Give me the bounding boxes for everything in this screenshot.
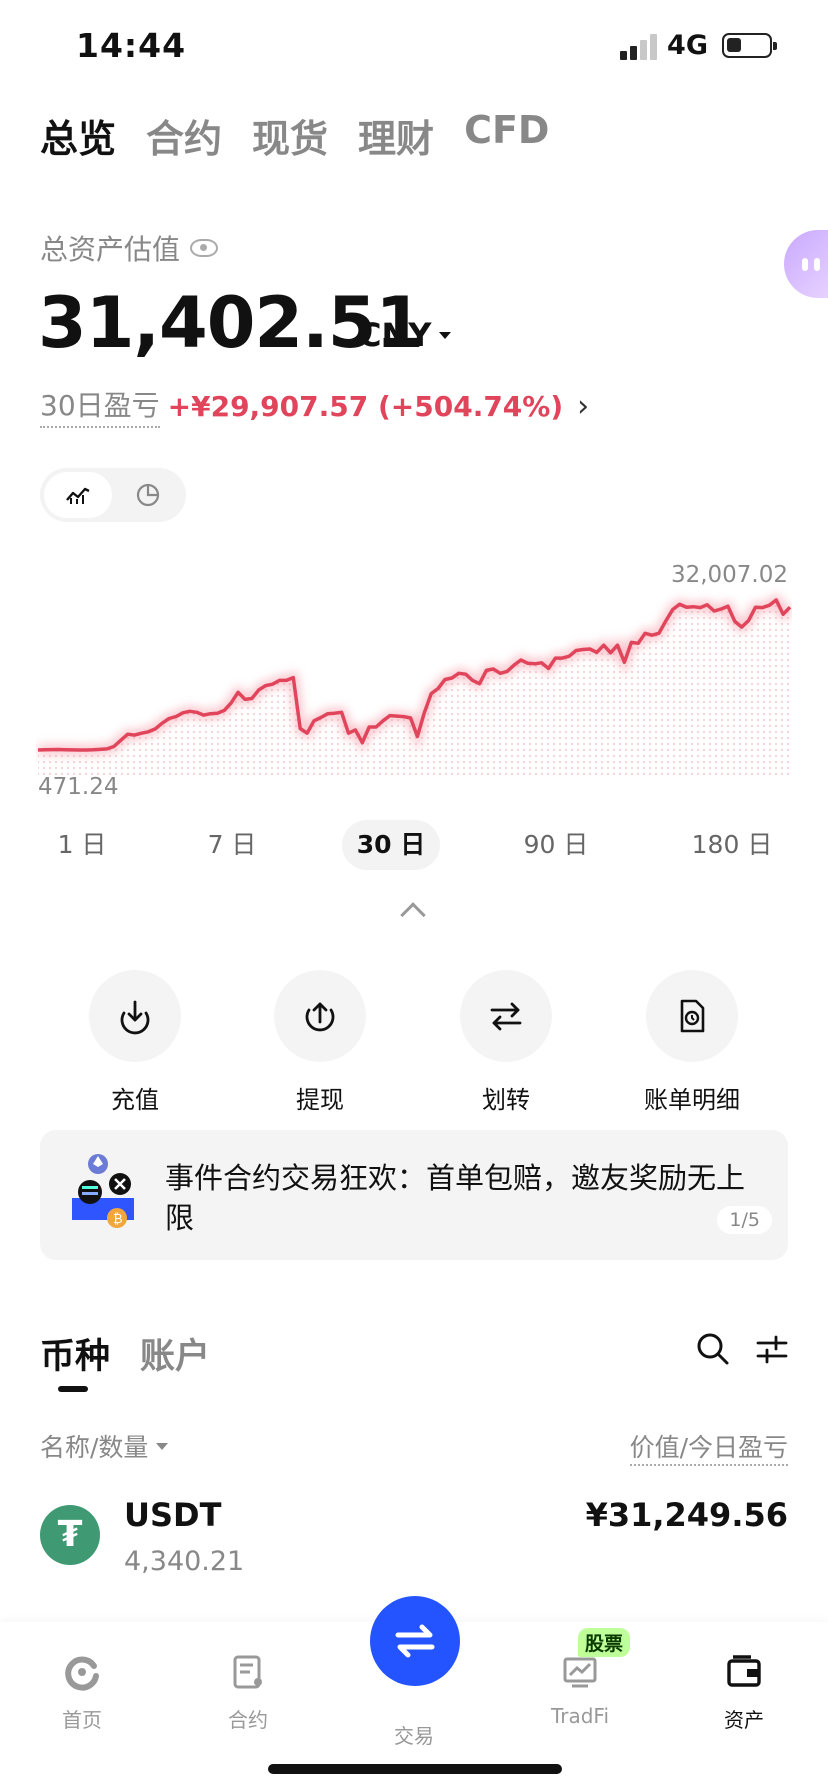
nav-assets-label: 资产 (724, 1708, 764, 1732)
coin-quantity: 4,340.21 (124, 1546, 245, 1577)
trade-icon (395, 1624, 435, 1658)
banner-text: 事件合约交易狂欢：首单包赔，邀友奖励无上限 (165, 1161, 746, 1235)
assistant-bubble[interactable] (784, 230, 828, 298)
nav-home[interactable]: 首页 (22, 1652, 142, 1733)
bill-label: 账单明细 (644, 1086, 740, 1114)
tab-overview[interactable]: 总览 (40, 108, 116, 163)
line-chart-toggle[interactable] (44, 472, 112, 518)
tab-spot[interactable]: 现货 (252, 108, 328, 163)
nav-contract[interactable]: 合约 (188, 1652, 308, 1733)
tab-finance[interactable]: 理财 (358, 108, 434, 163)
coin-name[interactable]: USDT (124, 1496, 221, 1534)
bill-button[interactable]: 账单明细 (612, 970, 772, 1115)
svg-text:₿: ₿ (113, 1212, 123, 1227)
usdt-icon: ₮ (40, 1505, 100, 1565)
network-type: 4G (667, 30, 708, 61)
top-tabs: 总览 合约 现货 理财 CFD (40, 108, 549, 163)
nav-trade[interactable]: 交易 (354, 1712, 474, 1749)
eye-icon[interactable] (190, 239, 219, 257)
chart-min-label: 471.24 (38, 774, 119, 800)
deposit-icon (120, 1000, 150, 1035)
chart-type-toggle (40, 468, 186, 522)
nav-trade-label: 交易 (394, 1724, 434, 1748)
chevron-up-icon[interactable] (400, 902, 426, 928)
range-1d[interactable]: 1 日 (50, 820, 114, 870)
nav-assets[interactable]: 资产 (684, 1652, 804, 1733)
pie-chart-icon (136, 483, 160, 507)
transfer-button[interactable]: 划转 (426, 970, 586, 1115)
holdings-tabs: 币种 账户 (40, 1328, 210, 1379)
line-chart-icon (66, 487, 90, 504)
assets-icon (727, 1655, 761, 1687)
range-7d[interactable]: 7 日 (200, 820, 264, 870)
asset-label-text: 总资产估值 (40, 233, 181, 266)
withdraw-icon (305, 1002, 335, 1032)
tradfi-icon (563, 1657, 597, 1688)
pnl-value: +¥29,907.57 (+504.74%) (167, 389, 564, 423)
range-180d[interactable]: 180 日 (686, 820, 778, 870)
deposit-label: 充值 (111, 1086, 159, 1114)
tradfi-badge: 股票 (578, 1628, 631, 1657)
status-time: 14:44 (76, 26, 187, 65)
col-name-label: 名称/数量 (40, 1433, 149, 1462)
pnl-row[interactable]: 30日盈亏 +¥29,907.57 (+504.74%) › (40, 384, 589, 428)
trade-fab[interactable] (370, 1596, 460, 1686)
nav-tradfi-label: TradFi (550, 1704, 610, 1728)
promo-banner[interactable]: ₿ 事件合约交易狂欢：首单包赔，邀友奖励无上限 1/5 (40, 1130, 788, 1260)
currency-selector[interactable]: CNY (358, 316, 452, 354)
caret-down-icon (156, 1442, 169, 1450)
tab-accounts[interactable]: 账户 (140, 1328, 210, 1379)
coin-value: ¥31,249.56 (585, 1496, 788, 1534)
tab-contract[interactable]: 合约 (146, 108, 222, 163)
chart-area (38, 600, 790, 776)
sort-by-name[interactable]: 名称/数量 (40, 1428, 169, 1464)
promo-crypto-icon: ₿ (72, 1154, 134, 1228)
tab-cfd[interactable]: CFD (464, 108, 549, 163)
active-tab-indicator (58, 1386, 88, 1392)
battery-icon (722, 33, 777, 58)
range-90d[interactable]: 90 日 (516, 820, 596, 870)
home-icon (65, 1656, 99, 1691)
home-indicator (268, 1764, 562, 1774)
asset-label: 总资产估值 (40, 228, 219, 268)
banner-pager: 1/5 (717, 1206, 772, 1234)
currency-label: CNY (358, 316, 432, 354)
col-value-label[interactable]: 价值/今日盈亏 (629, 1428, 788, 1466)
filter-icon[interactable] (756, 1334, 788, 1364)
bill-icon (680, 999, 705, 1033)
nav-contract-label: 合约 (228, 1708, 268, 1732)
pnl-label: 30日盈亏 (40, 384, 160, 428)
transfer-icon (490, 1002, 522, 1031)
status-icons: 4G (620, 30, 777, 61)
caret-down-icon (439, 331, 452, 339)
withdraw-button[interactable]: 提现 (240, 970, 400, 1115)
time-range-tabs: 1 日 7 日 30 日 90 日 180 日 (0, 820, 828, 870)
nav-home-label: 首页 (62, 1708, 102, 1732)
pie-chart-toggle[interactable] (114, 472, 182, 518)
withdraw-label: 提现 (296, 1086, 344, 1114)
range-30d[interactable]: 30 日 (342, 820, 440, 870)
deposit-button[interactable]: 充值 (55, 970, 215, 1115)
asset-chart[interactable] (36, 550, 792, 780)
tab-coins[interactable]: 币种 (40, 1328, 110, 1379)
signal-icon (620, 32, 658, 60)
nav-tradfi[interactable]: TradFi (520, 1652, 640, 1728)
contract-icon (233, 1655, 262, 1689)
search-icon[interactable] (696, 1332, 730, 1366)
chevron-right-icon: › (577, 388, 590, 424)
transfer-label: 划转 (482, 1086, 530, 1114)
